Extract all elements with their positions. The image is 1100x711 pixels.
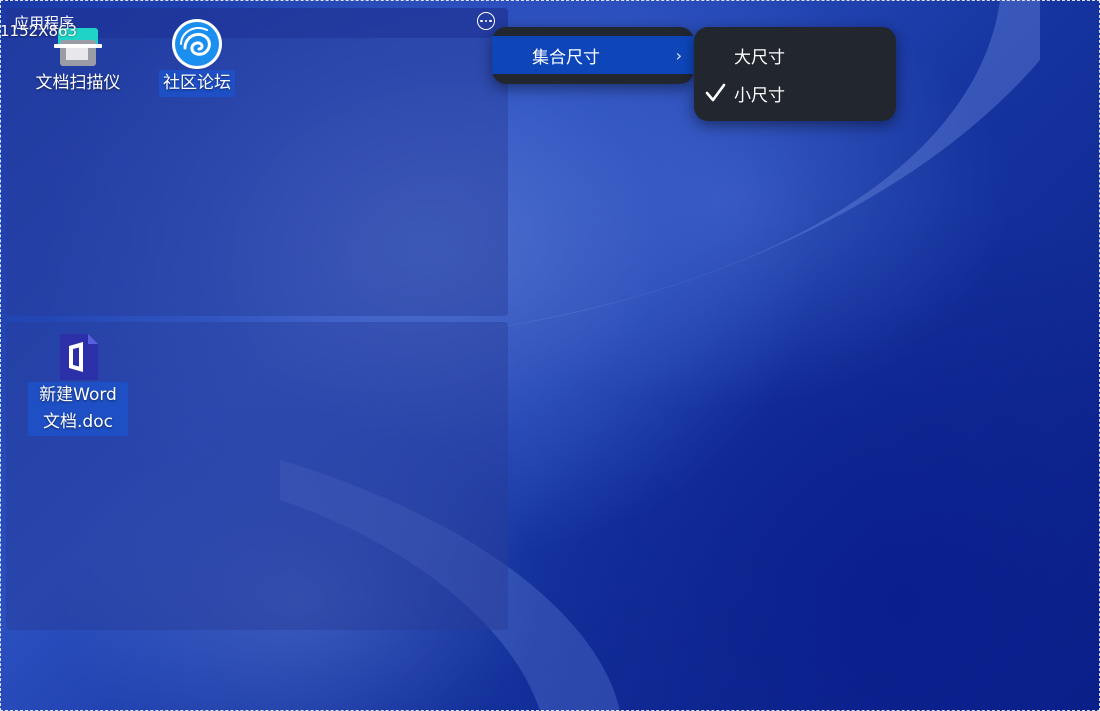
submenu-item-label: 大尺寸 (734, 47, 785, 68)
chevron-right-icon: › (675, 46, 682, 65)
desktop-icon-label: 文档扫描仪 (35, 73, 121, 93)
resolution-label: 1152X863 (0, 22, 78, 40)
context-menu: 集合尺寸 › (492, 27, 694, 84)
context-submenu: 大尺寸 小尺寸 (694, 27, 896, 121)
submenu-item-small-size[interactable]: 小尺寸 (694, 74, 896, 112)
submenu-item-label: 小尺寸 (734, 85, 785, 106)
checkmark-icon (705, 83, 726, 102)
submenu-item-large-size[interactable]: 大尺寸 (694, 36, 896, 74)
menu-item-collection-size[interactable]: 集合尺寸 › (492, 36, 694, 74)
more-horizontal-icon[interactable] (477, 12, 495, 30)
word-document-icon (52, 330, 104, 382)
desktop-icon-word-document[interactable]: 新建Word文档.doc (28, 330, 128, 436)
desktop-icon-forum[interactable]: 社区论坛 (147, 18, 247, 97)
menu-item-label: 集合尺寸 (532, 47, 600, 68)
desktop-icon-label: 新建Word文档.doc (28, 382, 128, 436)
deepin-forum-icon (171, 18, 223, 70)
desktop-icon-label: 社区论坛 (159, 70, 235, 97)
